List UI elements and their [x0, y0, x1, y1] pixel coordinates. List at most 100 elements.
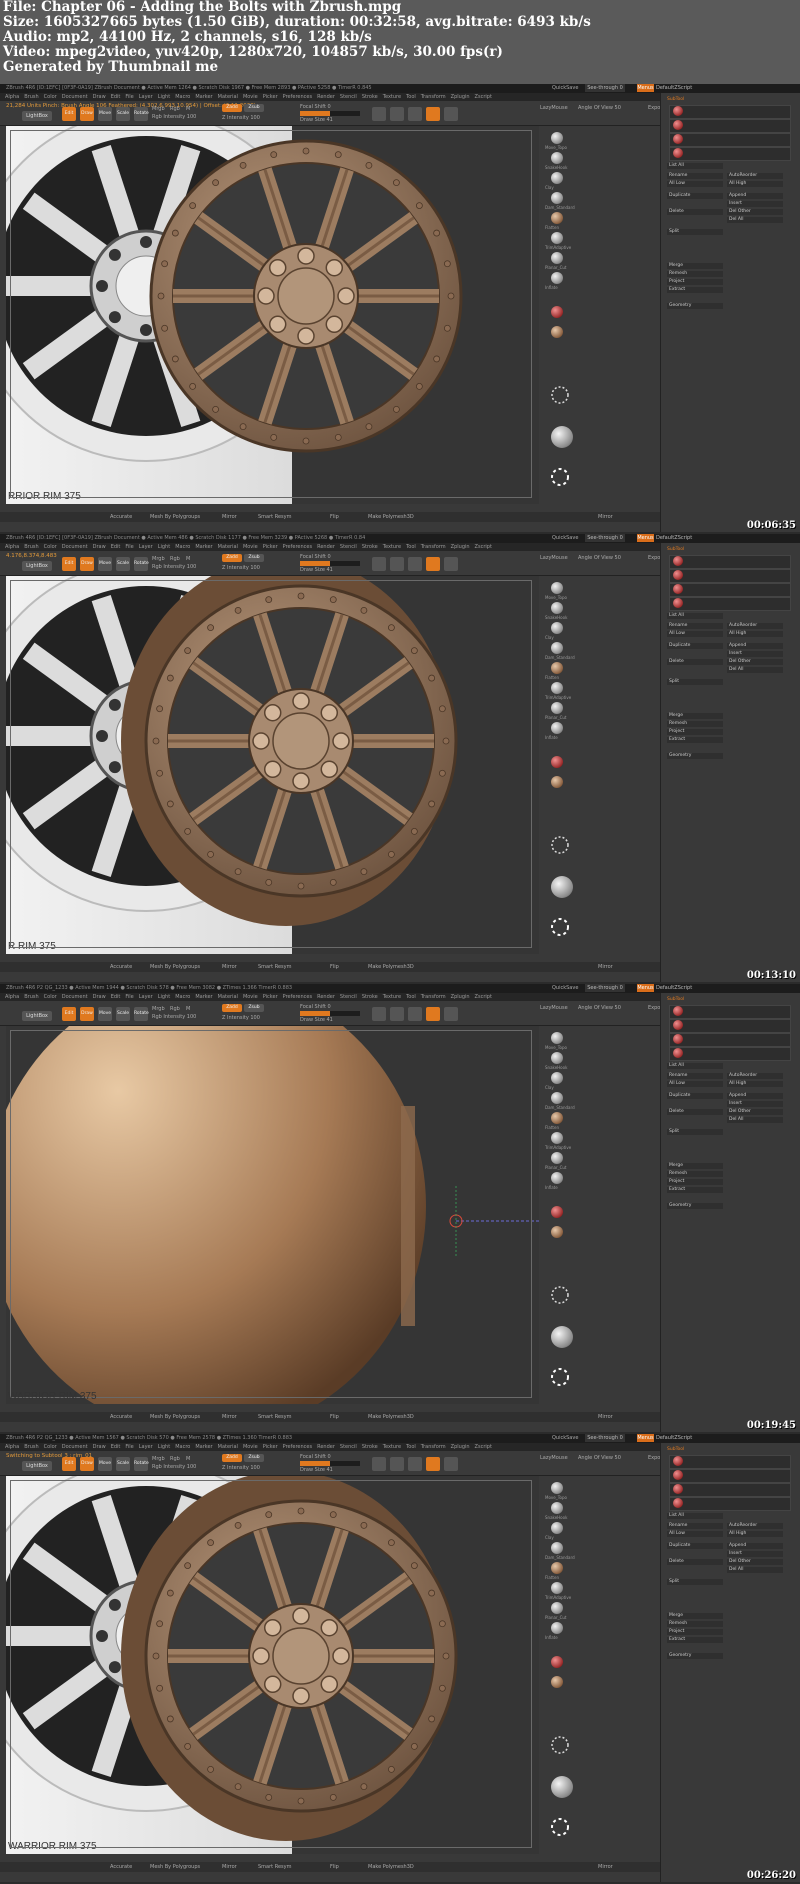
del-other-button[interactable]: Del Other: [727, 659, 783, 665]
floor-button[interactable]: [408, 557, 422, 571]
menus-toggle[interactable]: Menus: [637, 984, 654, 992]
brush-icon[interactable]: [551, 682, 563, 694]
brush-icon[interactable]: [551, 1112, 563, 1124]
brush-icon[interactable]: [551, 1582, 563, 1594]
menu-item[interactable]: Transform: [421, 994, 446, 1000]
duplicate-button[interactable]: Duplicate: [667, 643, 723, 649]
perspective-button[interactable]: [390, 1007, 404, 1021]
move-button[interactable]: Move: [98, 557, 112, 571]
brush-icon[interactable]: [551, 252, 563, 264]
split-button[interactable]: Split: [667, 679, 723, 685]
all-low-button[interactable]: All Low: [667, 631, 723, 637]
scale-button[interactable]: Scale: [116, 1457, 130, 1471]
xyz-button[interactable]: [444, 1457, 458, 1471]
subtool-item[interactable]: [669, 133, 791, 147]
edit-button[interactable]: Edit: [62, 1457, 76, 1471]
list-button[interactable]: List All: [667, 1513, 723, 1519]
menu-item[interactable]: Edit: [111, 94, 121, 100]
del-all-button[interactable]: Del All: [727, 667, 783, 673]
bottom-bar-button[interactable]: Smart Resym: [258, 1412, 291, 1422]
brush-icon[interactable]: [551, 1032, 563, 1044]
menu-item[interactable]: Preferences: [283, 94, 312, 100]
menu-item[interactable]: Marker: [195, 94, 212, 100]
bottom-bar-button[interactable]: Flip: [330, 512, 339, 522]
merge-button[interactable]: Merge: [667, 263, 723, 269]
edit-button[interactable]: Edit: [62, 1007, 76, 1021]
menu-item[interactable]: File: [125, 1444, 133, 1450]
matcap-icon[interactable]: [551, 1676, 563, 1688]
lazymouse-button[interactable]: LazyMouse: [540, 1455, 568, 1461]
angle-of-view-slider[interactable]: Angle Of View 50: [578, 555, 621, 561]
subtool-header[interactable]: SubTool: [667, 547, 684, 552]
menu-item[interactable]: Texture: [383, 544, 401, 550]
zadd-button[interactable]: Zadd: [222, 554, 242, 562]
brush-icon[interactable]: [551, 582, 563, 594]
menu-item[interactable]: Brush: [24, 544, 38, 550]
menu-item[interactable]: Brush: [24, 94, 38, 100]
remesh-button[interactable]: Remesh: [667, 1171, 723, 1177]
bottom-bar-button[interactable]: Make Polymesh3D: [368, 962, 414, 972]
focal-shift-track[interactable]: [300, 1461, 360, 1466]
menu-item[interactable]: Layer: [139, 994, 153, 1000]
menu-item[interactable]: Macro: [175, 94, 190, 100]
brush-icon[interactable]: [551, 192, 563, 204]
bottom-bar-button[interactable]: Mesh By Polygroups: [150, 1412, 200, 1422]
rgb-button[interactable]: Rgb: [170, 556, 180, 562]
geometry-button[interactable]: Geometry: [667, 303, 723, 309]
del-other-button[interactable]: Del Other: [727, 1109, 783, 1115]
all-high-button[interactable]: All High: [727, 1531, 783, 1537]
menu-item[interactable]: Preferences: [283, 544, 312, 550]
duplicate-button[interactable]: Duplicate: [667, 1093, 723, 1099]
brush-icon[interactable]: [551, 1602, 563, 1614]
material-icon[interactable]: [551, 1206, 563, 1218]
menu-item[interactable]: Render: [317, 544, 335, 550]
bottom-bar-button[interactable]: Mirror: [222, 962, 237, 972]
angle-of-view-slider[interactable]: Angle Of View 50: [578, 1455, 621, 1461]
bottom-bar-button[interactable]: Make Polymesh3D: [368, 1862, 414, 1872]
xyz-button[interactable]: [444, 1007, 458, 1021]
see-through-slider[interactable]: See-through 0: [585, 1434, 625, 1442]
bottom-bar-button[interactable]: Smart Resym: [258, 512, 291, 522]
menu-item[interactable]: Stroke: [362, 544, 378, 550]
floor-button[interactable]: [408, 1007, 422, 1021]
bottom-bar-button[interactable]: Accurate: [110, 1862, 132, 1872]
brush-icon[interactable]: [551, 232, 563, 244]
see-through-slider[interactable]: See-through 0: [585, 534, 625, 542]
extract-button[interactable]: Extract: [667, 1637, 723, 1643]
menu-item[interactable]: Document: [62, 544, 88, 550]
brush-icon[interactable]: [551, 702, 563, 714]
project-button[interactable]: Project: [667, 729, 723, 735]
menu-item[interactable]: Stencil: [340, 94, 357, 100]
focal-shift-slider[interactable]: Focal Shift 0: [300, 1004, 331, 1010]
see-through-slider[interactable]: See-through 0: [585, 984, 625, 992]
merge-button[interactable]: Merge: [667, 713, 723, 719]
brush-icon[interactable]: [551, 1072, 563, 1084]
draw-button[interactable]: Draw: [80, 1007, 94, 1021]
quicksave-button[interactable]: QuickSave: [552, 85, 578, 91]
autoreorder-button[interactable]: AutoReorder: [727, 1073, 783, 1079]
angle-of-view-slider[interactable]: Angle Of View 50: [578, 105, 621, 111]
menu-item[interactable]: File: [125, 994, 133, 1000]
menu-item[interactable]: File: [125, 94, 133, 100]
mrgb-button[interactable]: Mrgb: [152, 1456, 165, 1462]
del-other-button[interactable]: Del Other: [727, 209, 783, 215]
draw-button[interactable]: Draw: [80, 1457, 94, 1471]
menu-item[interactable]: Tool: [406, 1444, 416, 1450]
default-zscript-button[interactable]: DefaultZScript: [656, 985, 692, 991]
zadd-button[interactable]: Zadd: [222, 1454, 242, 1462]
sphere-preview-icon[interactable]: [551, 426, 573, 448]
dynamic-button[interactable]: [372, 107, 386, 121]
local-button[interactable]: [426, 557, 440, 571]
menu-item[interactable]: Brush: [24, 1444, 38, 1450]
list-button[interactable]: List All: [667, 163, 723, 169]
rotate-icon[interactable]: [549, 384, 571, 406]
menu-item[interactable]: Render: [317, 94, 335, 100]
rotate-icon[interactable]: [549, 1284, 571, 1306]
brush-icon[interactable]: [551, 1172, 563, 1184]
menu-item[interactable]: Texture: [383, 1444, 401, 1450]
brush-icon[interactable]: [551, 622, 563, 634]
perspective-button[interactable]: [390, 1457, 404, 1471]
brush-icon[interactable]: [551, 172, 563, 184]
subtool-item[interactable]: [669, 1047, 791, 1061]
brush-icon[interactable]: [551, 602, 563, 614]
